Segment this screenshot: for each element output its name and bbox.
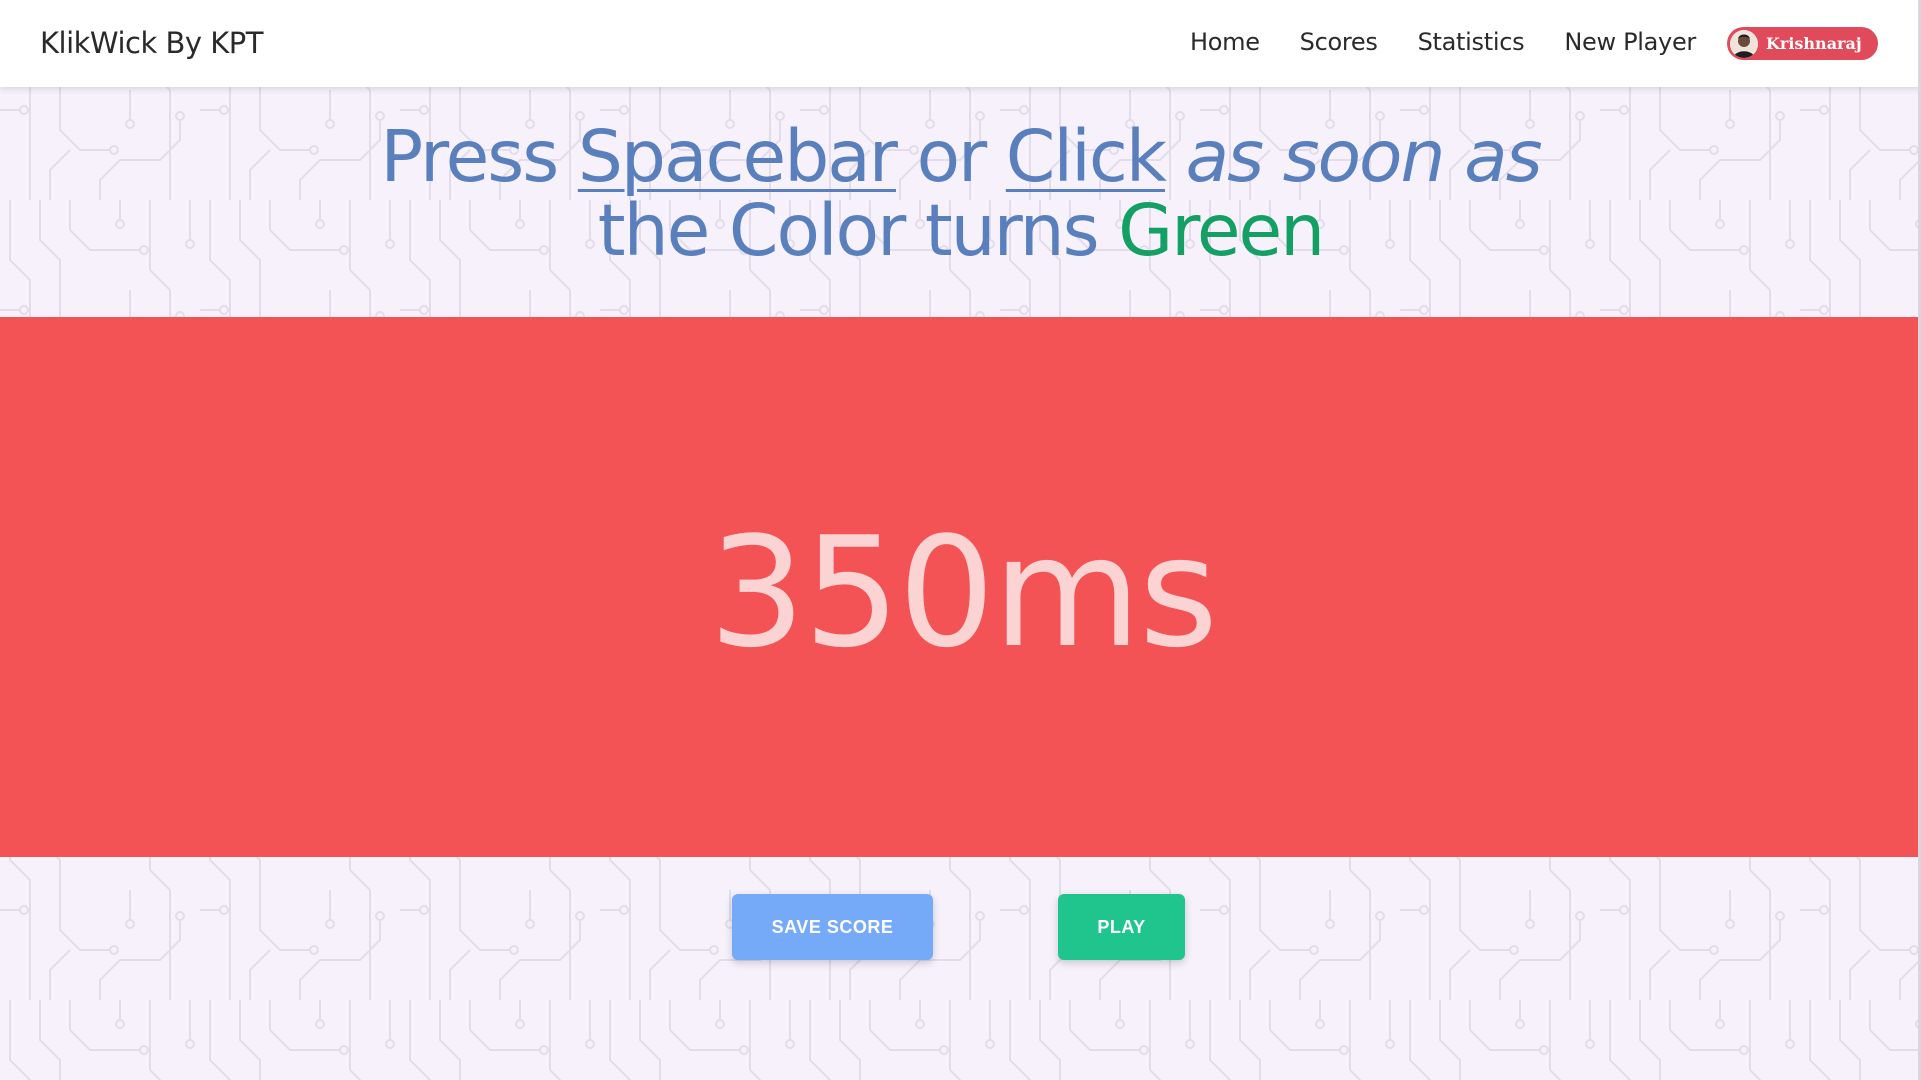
avatar	[1730, 29, 1758, 58]
headline-the-color-turns: the Color turns	[597, 189, 1100, 272]
nav-statistics[interactable]: Statistics	[1418, 28, 1525, 56]
save-score-button[interactable]: SAVE SCORE	[732, 894, 933, 960]
play-button[interactable]: PLAY	[1058, 894, 1185, 960]
headline-green: Green	[1118, 189, 1325, 272]
reaction-panel[interactable]: 350ms	[0, 317, 1921, 857]
nav-links: Home Scores Statistics New Player	[1190, 28, 1696, 56]
brand-title[interactable]: KlikWick By KPT	[40, 26, 263, 60]
headline-or: or	[916, 115, 988, 198]
user-chip[interactable]: Krishnaraj	[1727, 27, 1878, 60]
headline-as-soon-as: as soon as	[1185, 115, 1543, 198]
nav-scores[interactable]: Scores	[1300, 28, 1378, 56]
headline-press: Press	[380, 115, 559, 198]
top-navbar: KlikWick By KPT Home Scores Statistics N…	[0, 0, 1921, 87]
nav-new-player[interactable]: New Player	[1564, 28, 1696, 56]
user-name: Krishnaraj	[1766, 34, 1862, 53]
instruction-headline: Press Spacebar or Click as soon as the C…	[0, 120, 1921, 268]
headline-click: Click	[1005, 115, 1167, 198]
nav-home[interactable]: Home	[1190, 28, 1260, 56]
headline-spacebar: Spacebar	[577, 115, 898, 198]
reaction-time-display: 350ms	[708, 503, 1218, 681]
